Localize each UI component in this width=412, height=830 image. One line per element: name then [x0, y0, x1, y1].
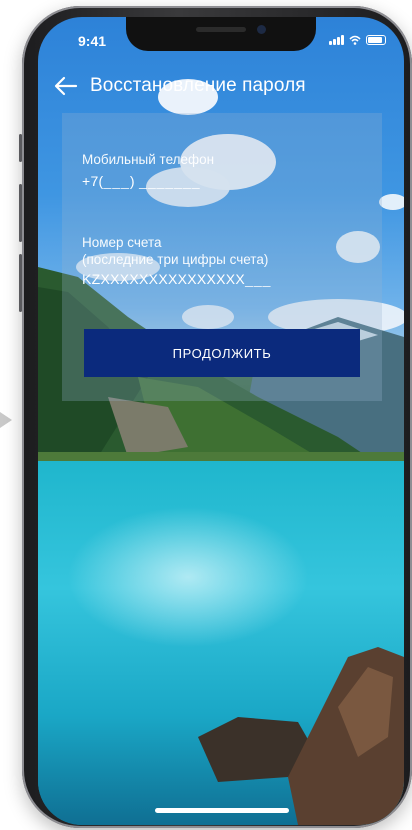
wifi-icon — [349, 35, 361, 45]
account-label: Номер счета — [82, 235, 162, 250]
notch — [126, 17, 316, 51]
phone-prefix: +7( — [82, 173, 104, 189]
phone-close-paren: ) — [129, 173, 135, 189]
phone-number-mask: _______ — [139, 173, 201, 189]
account-field[interactable]: Номер счета (последние три цифры счета) … — [82, 234, 271, 288]
recovery-form-panel: Мобильный телефон +7(___) _______ Номер … — [62, 113, 382, 401]
home-indicator — [155, 808, 289, 813]
status-icons — [329, 35, 386, 45]
phone-input[interactable]: +7(___) _______ — [82, 172, 214, 190]
continue-button[interactable]: ПРОДОЛЖИТЬ — [84, 329, 360, 377]
speaker-grille — [196, 27, 246, 32]
cellular-signal-icon — [329, 35, 344, 45]
phone-area-mask: ___ — [103, 173, 130, 189]
account-input[interactable]: KZXXXXXXXXXXXXXXX___ — [82, 270, 271, 288]
phone-field[interactable]: Мобильный телефон +7(___) _______ — [82, 151, 214, 190]
phone-label: Мобильный телефон — [82, 152, 215, 167]
front-camera — [257, 25, 266, 34]
previous-page-arrow[interactable] — [0, 408, 12, 432]
phone-screen: 9:41 Восстановление пароля Мобильный тел… — [38, 17, 404, 825]
account-mask: ___ — [245, 271, 272, 287]
account-prefix: KZXXXXXXXXXXXXXXX — [82, 271, 246, 287]
battery-icon — [366, 35, 386, 45]
mute-switch — [19, 134, 22, 162]
page-title: Восстановление пароля — [90, 75, 306, 96]
volume-up-button — [19, 184, 22, 242]
status-time: 9:41 — [78, 33, 107, 49]
account-hint: (последние три цифры счета) — [82, 252, 269, 267]
header: Восстановление пароля — [54, 75, 306, 97]
volume-down-button — [19, 254, 22, 312]
arrow-left-icon[interactable] — [54, 76, 78, 96]
